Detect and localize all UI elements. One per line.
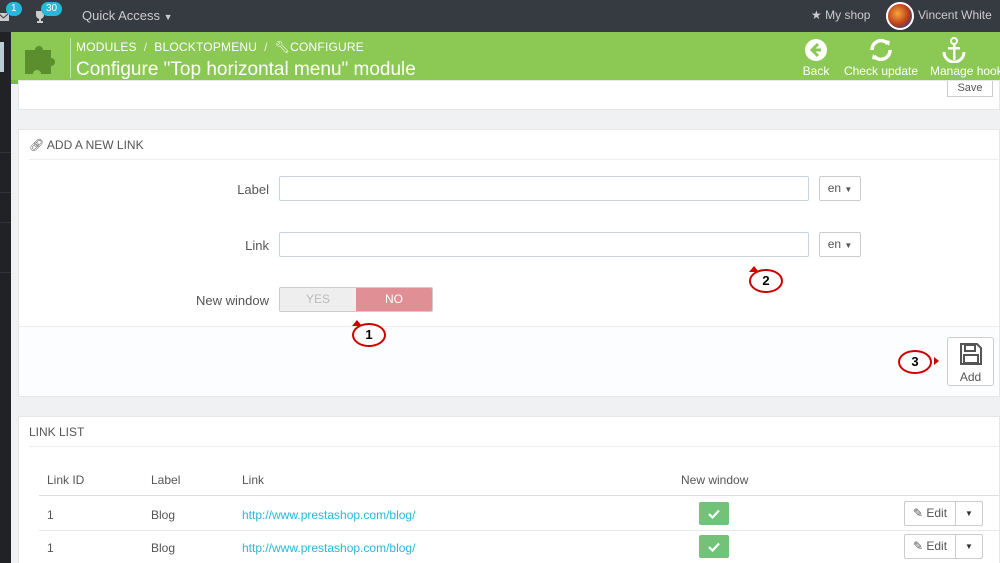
caret-down-icon: ▼ <box>844 185 853 194</box>
label-input[interactable] <box>279 176 809 201</box>
link-language-value: en <box>827 237 842 251</box>
add-link-heading: 🔗︎ ADD A NEW LINK <box>29 130 999 160</box>
add-link-title: ADD A NEW LINK <box>46 138 144 152</box>
edit-label: Edit <box>926 506 948 520</box>
row-actions-dropdown[interactable]: ▼ <box>956 534 983 559</box>
floppy-disk-icon <box>959 343 982 365</box>
breadcrumb-configure: CONFIGURE <box>290 40 364 54</box>
link-language-dropdown[interactable]: en ▼ <box>819 232 861 257</box>
table-row-label: Blog <box>151 541 176 555</box>
breadcrumb-blocktopmenu[interactable]: BLOCKTOPMENU <box>154 40 257 54</box>
caret-down-icon: ▼ <box>844 241 853 250</box>
breadcrumb: MODULES / BLOCKTOPMENU / 🔧︎CONFIGURE <box>76 40 364 54</box>
sidebar <box>0 32 11 563</box>
column-header-new-window: New window <box>681 473 749 487</box>
sidebar-divider <box>0 222 11 223</box>
new-window-enabled-badge[interactable] <box>699 535 729 558</box>
edit-button[interactable]: ✎ Edit <box>904 534 956 559</box>
top-bar: 1 30 Quick Access ▼ ★ My shop Vincent Wh… <box>0 0 1000 32</box>
link-list-heading: LINK LIST <box>29 417 999 447</box>
page-header: MODULES / BLOCKTOPMENU / 🔧︎CONFIGURE Configu… <box>11 32 1000 84</box>
refresh-icon <box>870 38 892 62</box>
check-update-label: Check update <box>843 64 919 78</box>
manage-hooks-button[interactable]: Manage hooks <box>930 36 1000 78</box>
column-header-link: Link <box>242 473 265 487</box>
check-icon <box>708 542 720 552</box>
orders-badge: 1 <box>6 2 22 16</box>
add-link-panel: 🔗︎ ADD A NEW LINK Label en ▼ Link en ▼ N… <box>18 129 1000 397</box>
table-row-label: Blog <box>151 508 176 522</box>
add-button[interactable]: Add <box>947 337 994 386</box>
breadcrumb-modules[interactable]: MODULES <box>76 40 137 54</box>
edit-label: Edit <box>926 539 948 553</box>
link-input[interactable] <box>279 232 809 257</box>
customers-badge: 30 <box>41 2 63 16</box>
check-icon <box>708 509 720 519</box>
back-button[interactable]: Back <box>801 36 831 78</box>
sidebar-active-indicator <box>0 42 4 72</box>
quick-access-label: Quick Access <box>82 8 161 23</box>
table-row-link-id: 1 <box>47 541 54 555</box>
pencil-icon: ✎ <box>912 539 924 553</box>
table-header-divider <box>39 495 999 496</box>
add-link-footer <box>19 326 999 396</box>
new-window-no[interactable]: NO <box>356 288 432 311</box>
settings-panel: Save <box>18 80 1000 110</box>
check-update-button[interactable]: Check update <box>843 36 919 78</box>
add-label: Add <box>959 370 982 384</box>
puzzle-icon <box>25 46 55 74</box>
breadcrumb-separator: / <box>264 40 268 54</box>
callout-2: 2 <box>749 269 783 293</box>
breadcrumb-separator: / <box>143 40 148 54</box>
label-language-dropdown[interactable]: en ▼ <box>819 176 861 201</box>
link-list-panel: LINK LIST Link ID Label Link New window … <box>18 416 1000 563</box>
caret-down-icon: ▼ <box>965 542 973 551</box>
new-window-yes[interactable]: YES <box>280 288 356 311</box>
column-header-link-id: Link ID <box>47 473 85 487</box>
anchor-icon <box>942 37 966 63</box>
table-row-link[interactable]: http://www.prestashop.com/blog/ <box>242 541 415 555</box>
link-field-label: Link <box>245 238 269 253</box>
user-name[interactable]: Vincent White <box>918 8 992 22</box>
save-button[interactable]: Save <box>947 81 993 97</box>
link-icon: 🔗︎ <box>29 138 45 152</box>
my-shop-label: My shop <box>825 8 871 22</box>
table-row-link[interactable]: http://www.prestashop.com/blog/ <box>242 508 415 522</box>
new-window-label: New window <box>196 293 269 308</box>
sidebar-divider <box>0 192 11 193</box>
column-header-label: Label <box>151 473 181 487</box>
new-window-toggle[interactable]: YES NO <box>279 287 433 312</box>
manage-hooks-label: Manage hooks <box>930 64 1000 78</box>
my-shop-link[interactable]: ★ My shop <box>811 8 870 22</box>
sidebar-divider <box>0 152 11 153</box>
edit-button[interactable]: ✎ Edit <box>904 501 956 526</box>
caret-down-icon: ▼ <box>163 12 173 22</box>
callout-3-pointer <box>934 357 939 365</box>
back-label: Back <box>802 64 830 78</box>
caret-down-icon: ▼ <box>965 509 973 518</box>
label-field-label: Label <box>237 182 269 197</box>
sidebar-divider <box>0 272 11 273</box>
page-title: Configure "Top horizontal menu" module <box>76 59 416 80</box>
header-separator <box>70 38 71 78</box>
back-arrow-icon <box>805 39 827 61</box>
table-row-link-id: 1 <box>47 508 54 522</box>
wrench-icon: 🔧︎ <box>274 40 291 54</box>
quick-access-menu[interactable]: Quick Access ▼ <box>82 8 173 23</box>
avatar[interactable] <box>886 2 914 30</box>
table-row-divider <box>39 530 999 531</box>
row-actions-dropdown[interactable]: ▼ <box>956 501 983 526</box>
pencil-icon: ✎ <box>912 506 924 520</box>
star-icon: ★ <box>811 8 822 22</box>
callout-3: 3 <box>898 350 932 374</box>
callout-1: 1 <box>352 323 386 347</box>
label-language-value: en <box>827 181 842 195</box>
new-window-enabled-badge[interactable] <box>699 502 729 525</box>
